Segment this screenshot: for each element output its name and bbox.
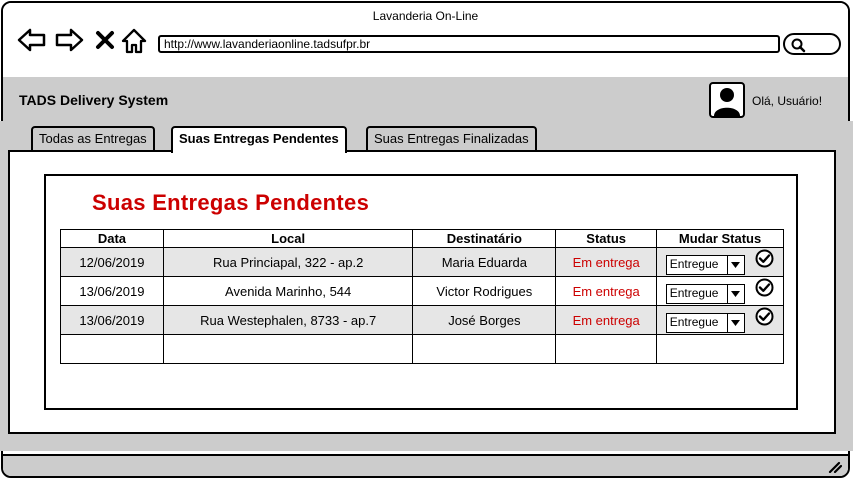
cell-destinatario: Victor Rodrigues xyxy=(412,276,557,306)
status-select-value[interactable]: Entregue xyxy=(665,283,728,304)
cell-empty xyxy=(60,334,164,364)
cell-destinatario: José Borges xyxy=(412,305,557,335)
cell-empty xyxy=(555,334,658,364)
cell-status: Em entrega xyxy=(555,305,658,335)
app-header: TADS Delivery System Olá, Usuário! xyxy=(3,77,848,126)
tab-todas-entregas[interactable]: Todas as Entregas xyxy=(31,126,155,150)
column-header-status: Status xyxy=(555,229,658,248)
cell-mudar-status: Entregue xyxy=(656,305,784,335)
cell-empty xyxy=(656,334,784,364)
column-header-destinatario: Destinatário xyxy=(412,229,557,248)
app-title: TADS Delivery System xyxy=(19,92,169,108)
search-box[interactable] xyxy=(783,33,841,55)
browser-titlebar: Lavanderia On-Line http://www.lavanderia… xyxy=(3,3,848,79)
back-arrow-icon[interactable] xyxy=(17,27,47,58)
confirm-check-icon[interactable] xyxy=(755,249,774,268)
cell-data: 12/06/2019 xyxy=(60,247,164,277)
cell-empty xyxy=(162,334,414,364)
user-greeting: Olá, Usuário! xyxy=(752,94,823,108)
cell-empty xyxy=(412,334,557,364)
cell-status: Em entrega xyxy=(555,247,658,277)
column-header-mudar-status: Mudar Status xyxy=(656,229,784,248)
status-select[interactable]: Entregue xyxy=(665,283,745,304)
deliveries-table: Data Local Destinatário Status Mudar Sta… xyxy=(60,229,784,364)
cell-local: Rua Princiapal, 322 - ap.2 xyxy=(162,247,414,277)
cell-data: 13/06/2019 xyxy=(60,276,164,306)
chevron-down-icon[interactable] xyxy=(727,312,745,333)
cell-data: 13/06/2019 xyxy=(60,305,164,335)
cell-local: Rua Westephalen, 8733 - ap.7 xyxy=(162,305,414,335)
status-select-value[interactable]: Entregue xyxy=(665,254,728,275)
confirm-check-icon[interactable] xyxy=(755,278,774,297)
tab-entregas-pendentes[interactable]: Suas Entregas Pendentes xyxy=(171,126,347,153)
close-icon[interactable] xyxy=(95,30,115,55)
forward-arrow-icon[interactable] xyxy=(54,27,84,58)
url-input[interactable]: http://www.lavanderiaonline.tadsufpr.br xyxy=(158,35,780,53)
status-select[interactable]: Entregue xyxy=(665,254,745,275)
search-icon xyxy=(791,38,806,53)
cell-mudar-status: Entregue xyxy=(656,247,784,277)
window-title: Lavanderia On-Line xyxy=(372,9,479,23)
cell-destinatario: Maria Eduarda xyxy=(412,247,557,277)
confirm-check-icon[interactable] xyxy=(755,307,774,326)
column-header-local: Local xyxy=(162,229,414,248)
cell-mudar-status: Entregue xyxy=(656,276,784,306)
table-row: 13/06/2019 Rua Westephalen, 8733 - ap.7 … xyxy=(60,305,784,335)
table-row: 13/06/2019 Avenida Marinho, 544 Victor R… xyxy=(60,276,784,306)
column-header-data: Data xyxy=(60,229,164,248)
section-title: Suas Entregas Pendentes xyxy=(92,190,370,215)
chevron-down-icon[interactable] xyxy=(727,254,745,275)
cell-status: Em entrega xyxy=(555,276,658,306)
resize-grip-icon[interactable] xyxy=(828,460,843,476)
status-select-value[interactable]: Entregue xyxy=(665,312,728,333)
table-row-empty xyxy=(60,334,784,364)
status-select[interactable]: Entregue xyxy=(665,312,745,333)
table-row: 12/06/2019 Rua Princiapal, 322 - ap.2 Ma… xyxy=(60,247,784,277)
tab-entregas-finalizadas[interactable]: Suas Entregas Finalizadas xyxy=(366,126,537,150)
status-bar xyxy=(3,454,848,476)
chevron-down-icon[interactable] xyxy=(727,283,745,304)
cell-local: Avenida Marinho, 544 xyxy=(162,276,414,306)
user-avatar-icon[interactable] xyxy=(709,82,745,118)
home-icon[interactable] xyxy=(121,28,147,59)
table-header-row: Data Local Destinatário Status Mudar Sta… xyxy=(60,229,784,248)
